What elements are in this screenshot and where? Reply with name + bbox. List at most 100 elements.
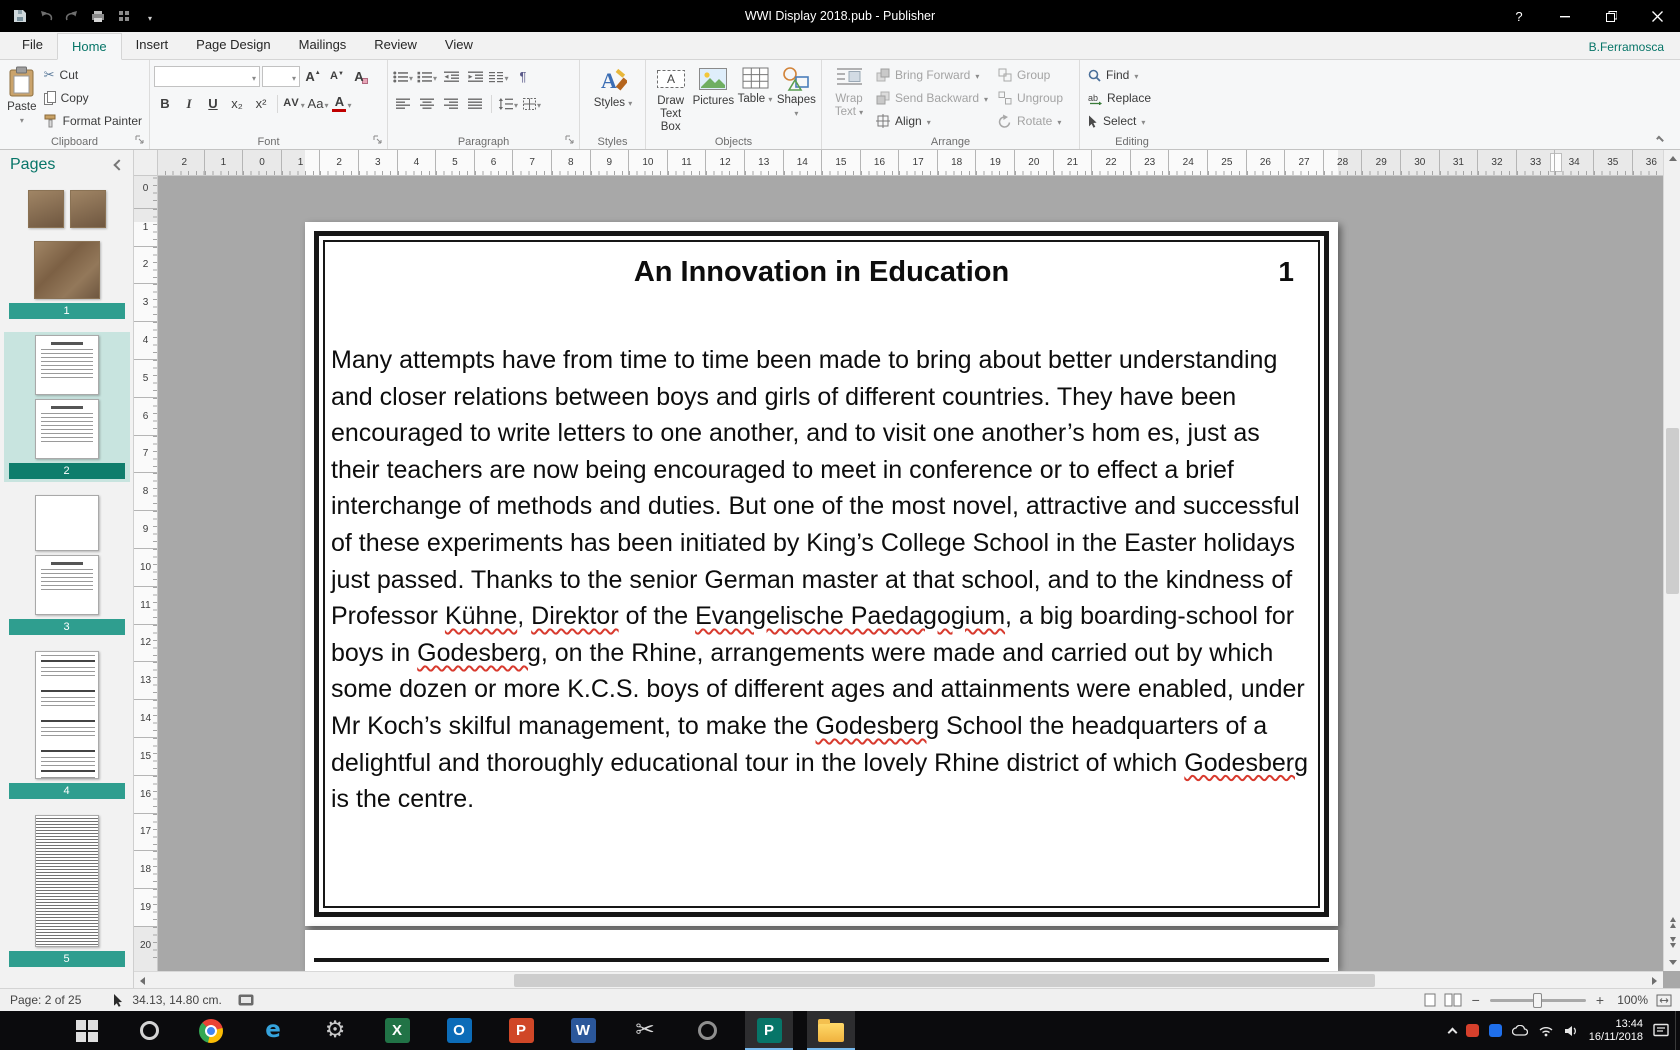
restore-button[interactable]	[1588, 0, 1634, 32]
page-indicator[interactable]: Page: 2 of 25	[10, 993, 81, 1007]
action-center-icon[interactable]	[1653, 1023, 1670, 1038]
touch-mode-button[interactable]	[112, 3, 136, 29]
font-color-button[interactable]: A	[331, 93, 353, 114]
tray-app-blue-icon[interactable]	[1488, 1024, 1502, 1037]
cut-button[interactable]: ✂ Cut	[40, 64, 146, 86]
horizontal-scrollbar[interactable]	[134, 971, 1663, 989]
italic-button[interactable]: I	[178, 93, 200, 114]
tab-review[interactable]: Review	[360, 32, 431, 59]
page-number-strip[interactable]: 2	[8, 463, 125, 479]
scroll-right-button[interactable]	[1646, 972, 1663, 989]
zoom-slider-thumb[interactable]	[1533, 992, 1542, 1008]
horizontal-scroll-thumb[interactable]	[514, 974, 1375, 987]
page-entry-1[interactable]: 1	[4, 238, 130, 322]
partial-page-thumbnails[interactable]	[27, 190, 106, 228]
page-entry-2[interactable]: 2	[3, 332, 130, 482]
align-center-button[interactable]	[416, 93, 438, 114]
tab-file[interactable]: File	[8, 32, 57, 59]
subscript-button[interactable]: x₂	[226, 93, 248, 114]
excel-button[interactable]: X	[373, 1011, 421, 1050]
wrap-text-button[interactable]: Wrap Text	[826, 64, 872, 121]
page-number[interactable]: 1	[1278, 256, 1294, 288]
vertical-ruler[interactable]: 0 1 2 3 4 5 6 7 8 9 10 11 12 13 14 15 16 17 18 19 20	[134, 176, 158, 971]
shrink-font-button[interactable]: A▼	[326, 66, 348, 87]
next-page-button[interactable]	[1664, 934, 1680, 951]
format-painter-button[interactable]: Format Painter	[40, 110, 146, 132]
zoom-level[interactable]: 100%	[1614, 993, 1648, 1007]
group-button[interactable]: Group	[994, 64, 1072, 86]
align-right-button[interactable]	[440, 93, 462, 114]
horizontal-ruler[interactable]: 2 1 0 1 2 3 4 5 6 7 8 9 10 11 12 13 14 15 16 17 18 19 20 21 22 23…	[158, 150, 1663, 176]
powerpoint-button[interactable]: P	[497, 1011, 545, 1050]
font-name-combo[interactable]	[154, 66, 260, 87]
page-thumbnail[interactable]	[34, 335, 99, 395]
numbering-button[interactable]	[416, 66, 438, 87]
borders-button[interactable]	[521, 93, 543, 114]
page-thumbnail[interactable]	[34, 399, 99, 459]
ungroup-button[interactable]: Ungroup	[994, 87, 1072, 109]
scroll-down-button[interactable]	[1664, 954, 1680, 971]
paste-button[interactable]: Paste	[4, 64, 40, 129]
tray-expand-icon[interactable]	[1447, 1027, 1458, 1038]
tab-mailings[interactable]: Mailings	[285, 32, 361, 59]
zoom-slider[interactable]	[1489, 992, 1586, 1008]
superscript-button[interactable]: x²	[250, 93, 272, 114]
formatting-marks-button[interactable]: ¶	[512, 66, 534, 87]
page-entry-4[interactable]: 4	[4, 648, 130, 802]
tray-app-red-icon[interactable]	[1465, 1024, 1479, 1037]
decrease-indent-button[interactable]	[440, 66, 462, 87]
cortana-search-button[interactable]	[125, 1011, 173, 1050]
collapse-ribbon-button[interactable]	[1652, 131, 1668, 143]
outlook-button[interactable]: O	[435, 1011, 483, 1050]
save-button[interactable]	[8, 3, 32, 29]
page-thumbnail[interactable]	[27, 190, 64, 228]
previous-page-button[interactable]	[1664, 914, 1680, 931]
line-spacing-button[interactable]	[497, 93, 519, 114]
pictures-button[interactable]: Pictures	[691, 64, 735, 110]
copy-button[interactable]: Copy	[40, 87, 146, 109]
edge-button[interactable]: e	[249, 1011, 297, 1050]
bold-button[interactable]: B	[154, 93, 176, 114]
start-button[interactable]	[63, 1011, 111, 1050]
volume-icon[interactable]	[1564, 1025, 1579, 1037]
taskbar-clock[interactable]: 13:44 16/11/2018	[1589, 1018, 1643, 1044]
paragraph-dialog-launcher[interactable]	[564, 134, 576, 146]
page-number-strip[interactable]: 3	[8, 619, 125, 635]
print-button[interactable]	[86, 3, 110, 29]
bring-forward-button[interactable]: Bring Forward	[872, 64, 994, 86]
chrome-button[interactable]	[187, 1011, 235, 1050]
select-button[interactable]: Select	[1084, 110, 1155, 132]
object-size-indicator-icon[interactable]	[238, 994, 254, 1006]
snipping-tool-button[interactable]: ✂	[621, 1011, 669, 1050]
page-number-strip[interactable]: 1	[8, 303, 125, 319]
scroll-up-button[interactable]	[1664, 150, 1680, 167]
next-page-edge[interactable]	[305, 930, 1338, 971]
columns-button[interactable]	[488, 66, 510, 87]
grow-font-button[interactable]: A▲	[302, 66, 324, 87]
publication-page[interactable]: An Innovation in Education 1 Many attemp…	[305, 222, 1338, 926]
two-page-spread-view-button[interactable]	[1444, 993, 1462, 1007]
rotate-button[interactable]: Rotate	[994, 110, 1072, 132]
character-spacing-button[interactable]: AV	[283, 93, 305, 114]
find-button[interactable]: Find	[1084, 64, 1155, 86]
styles-button[interactable]: A Styles	[587, 64, 639, 112]
tab-page-design[interactable]: Page Design	[182, 32, 284, 59]
page-entry-3[interactable]: 3	[4, 492, 130, 638]
settings-button[interactable]: ⚙	[311, 1011, 359, 1050]
redo-button[interactable]	[60, 3, 84, 29]
page-number-strip[interactable]: 4	[8, 783, 125, 799]
page-thumbnail[interactable]	[69, 190, 106, 228]
page-number-strip[interactable]: 5	[8, 951, 125, 967]
tab-home[interactable]: Home	[56, 33, 122, 60]
article-body[interactable]: Many attempts have from time to time bee…	[331, 342, 1315, 818]
page-thumbnail[interactable]	[34, 555, 99, 615]
document-canvas[interactable]: An Innovation in Education 1 Many attemp…	[158, 176, 1663, 971]
file-explorer-button[interactable]	[807, 1011, 855, 1050]
network-icon[interactable]	[1538, 1025, 1554, 1037]
align-left-button[interactable]	[392, 93, 414, 114]
page-thumbnail[interactable]	[33, 241, 100, 299]
customize-quick-access-button[interactable]	[138, 3, 162, 29]
font-size-combo[interactable]	[262, 66, 300, 87]
draw-text-box-button[interactable]: A Draw Text Box	[650, 64, 691, 136]
word-button[interactable]: W	[559, 1011, 607, 1050]
